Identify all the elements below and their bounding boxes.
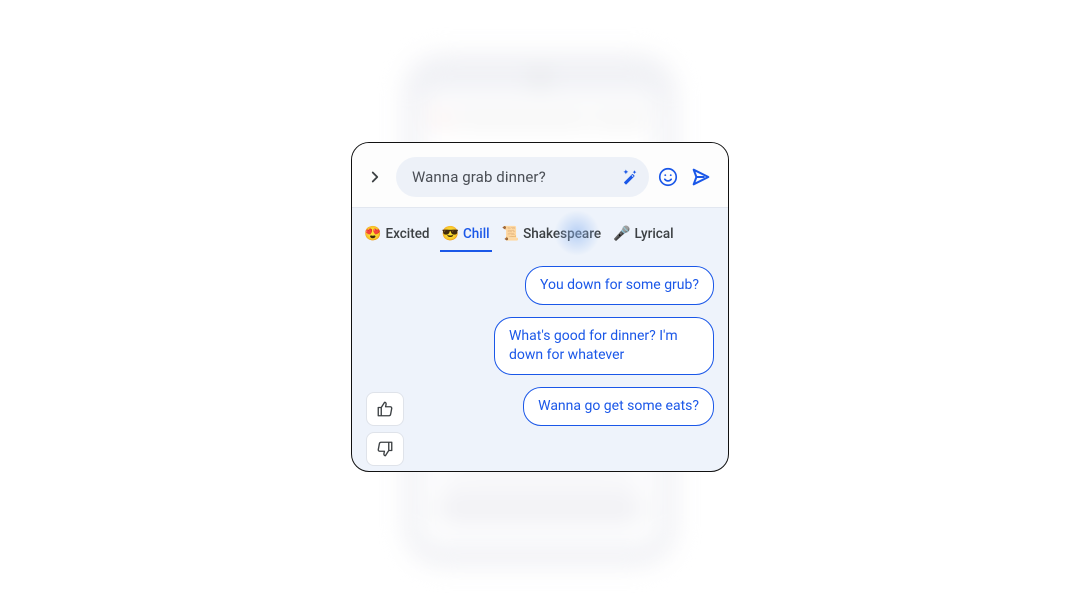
- tab-label: Lyrical: [635, 226, 674, 242]
- tab-label: Chill: [463, 226, 490, 242]
- thumbs-up-icon: [376, 400, 394, 418]
- magic-compose-card: 😍 Excited 😎 Chill 📜 Shakespeare 🎤 Lyrica…: [351, 142, 729, 472]
- thumbs-down-icon: [376, 440, 394, 458]
- tab-shakespeare[interactable]: 📜 Shakespeare: [500, 222, 603, 252]
- scroll-emoji-icon: 📜: [502, 226, 519, 242]
- suggestion-chip[interactable]: What's good for dinner? I'm down for wha…: [494, 317, 714, 375]
- message-input-pill: [396, 157, 649, 197]
- tab-label: Shakespeare: [523, 226, 601, 242]
- expand-button[interactable]: [360, 162, 390, 192]
- tone-tabs: 😍 Excited 😎 Chill 📜 Shakespeare 🎤 Lyrica…: [352, 207, 728, 252]
- magic-wand-icon[interactable]: [621, 168, 639, 186]
- send-button[interactable]: [688, 162, 715, 192]
- tab-label: Excited: [385, 226, 429, 242]
- suggestion-chip[interactable]: You down for some grub?: [525, 266, 714, 305]
- microphone-emoji-icon: 🎤: [613, 226, 630, 242]
- sunglasses-emoji-icon: 😎: [442, 226, 459, 242]
- feedback-buttons: [366, 392, 404, 466]
- suggestions-list: You down for some grub? What's good for …: [494, 266, 714, 426]
- tab-chill[interactable]: 😎 Chill: [440, 222, 492, 252]
- tab-lyrical[interactable]: 🎤 Lyrical: [611, 222, 675, 252]
- compose-row: [352, 143, 728, 207]
- suggestion-chip[interactable]: Wanna go get some eats?: [523, 387, 714, 426]
- chevron-right-icon: [366, 167, 384, 187]
- emoji-picker-button[interactable]: [655, 162, 682, 192]
- thumbs-down-button[interactable]: [366, 432, 404, 466]
- send-icon: [690, 166, 712, 188]
- thumbs-up-button[interactable]: [366, 392, 404, 426]
- heart-eyes-emoji-icon: 😍: [364, 226, 381, 242]
- message-input[interactable]: [410, 167, 613, 187]
- suggestions-area: You down for some grub? What's good for …: [352, 252, 728, 472]
- tab-excited[interactable]: 😍 Excited: [362, 222, 432, 252]
- smiley-icon: [657, 166, 679, 188]
